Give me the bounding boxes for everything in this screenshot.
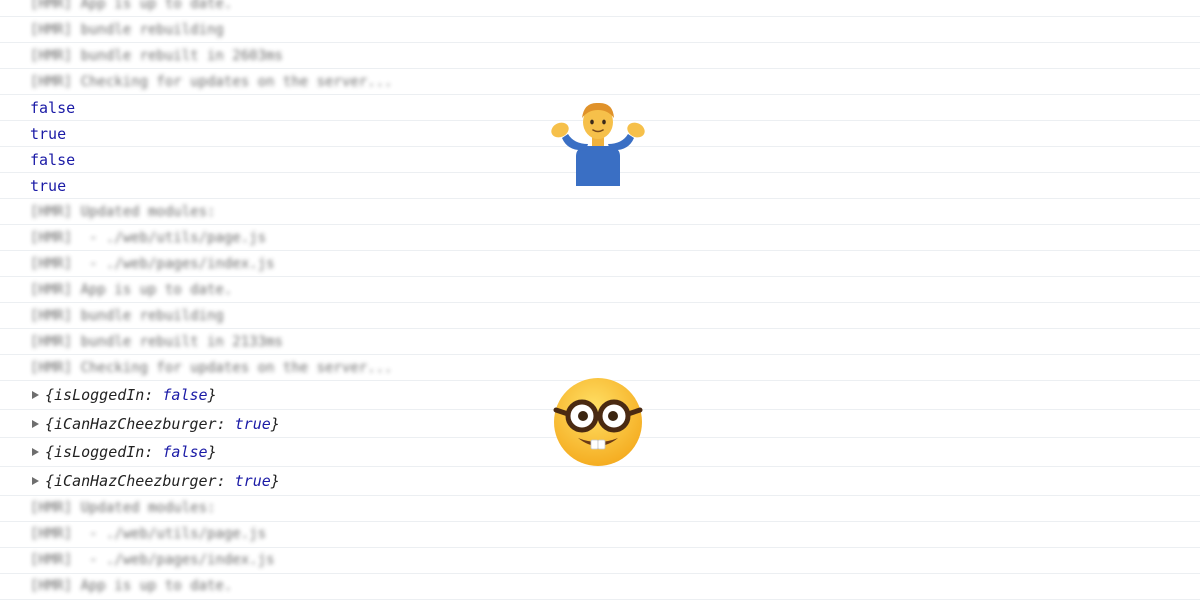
log-text: [HMR] Checking for updates on the server… bbox=[30, 359, 393, 376]
object-preview[interactable]: {isLoggedIn: false} bbox=[45, 443, 217, 461]
object-value: false bbox=[162, 443, 208, 462]
log-row: [HMR] - ./web/pages/index.js bbox=[0, 251, 1200, 277]
log-text: [HMR] - ./web/pages/index.js bbox=[30, 255, 275, 272]
log-text: [HMR] App is up to date. bbox=[30, 578, 233, 595]
expand-triangle-icon[interactable] bbox=[32, 476, 39, 485]
nerd-face-icon bbox=[553, 378, 643, 466]
person-shrugging-icon bbox=[551, 102, 645, 186]
boolean-value: false bbox=[30, 150, 76, 169]
object-preview[interactable]: {iCanHazCheezburger: true} bbox=[45, 415, 280, 433]
log-text: [HMR] Updated modules: bbox=[30, 500, 216, 517]
log-text: [HMR] bundle rebuilt in 2603ms bbox=[30, 47, 283, 64]
expand-triangle-icon[interactable] bbox=[32, 419, 39, 428]
object-preview[interactable]: {isLoggedIn: false} bbox=[45, 386, 217, 404]
log-text: [HMR] Checking for updates on the server… bbox=[30, 73, 393, 90]
log-row: [HMR] bundle rebuilt in 2133ms bbox=[0, 329, 1200, 355]
object-value: true bbox=[234, 471, 271, 490]
expand-triangle-icon[interactable] bbox=[32, 390, 39, 399]
boolean-value: true bbox=[30, 176, 67, 195]
log-row: [HMR] App is up to date. bbox=[0, 0, 1200, 17]
log-row: [HMR] Checking for updates on the server… bbox=[0, 69, 1200, 95]
log-row: [HMR] bundle rebuilt in 2603ms bbox=[0, 43, 1200, 69]
object-key: isLoggedIn bbox=[54, 443, 145, 462]
log-row: [HMR] - ./web/utils/page.js bbox=[0, 522, 1200, 548]
log-row: [HMR] bundle rebuilding bbox=[0, 17, 1200, 43]
log-text: [HMR] bundle rebuilding bbox=[30, 21, 224, 38]
boolean-value: false bbox=[30, 98, 76, 117]
object-preview[interactable]: {iCanHazCheezburger: true} bbox=[45, 472, 280, 490]
boolean-value: true bbox=[30, 124, 67, 143]
log-text: [HMR] - ./web/pages/index.js bbox=[30, 552, 275, 569]
console-log: [HMR] App is up to date. [HMR] bundle re… bbox=[0, 0, 1200, 600]
log-row: [HMR] Updated modules: bbox=[0, 496, 1200, 522]
object-value: false bbox=[162, 385, 208, 404]
log-row: [HMR] bundle rebuilding bbox=[0, 303, 1200, 329]
object-key: iCanHazCheezburger bbox=[54, 471, 217, 490]
log-text: [HMR] bundle rebuilding bbox=[30, 307, 224, 324]
log-text: [HMR] - ./web/utils/page.js bbox=[30, 526, 267, 543]
object-value: true bbox=[234, 414, 271, 433]
expand-triangle-icon[interactable] bbox=[32, 448, 39, 457]
log-row: [HMR] - ./web/pages/index.js bbox=[0, 548, 1200, 574]
log-text: [HMR] - ./web/utils/page.js bbox=[30, 229, 267, 246]
log-row: [HMR] App is up to date. bbox=[0, 574, 1200, 600]
log-row: [HMR] App is up to date. bbox=[0, 277, 1200, 303]
log-row: [HMR] - ./web/utils/page.js bbox=[0, 225, 1200, 251]
log-text: [HMR] Updated modules: bbox=[30, 203, 216, 220]
log-row: [HMR] Updated modules: bbox=[0, 199, 1200, 225]
log-text: [HMR] App is up to date. bbox=[30, 0, 233, 12]
object-key: isLoggedIn bbox=[54, 385, 145, 404]
object-key: iCanHazCheezburger bbox=[54, 414, 217, 433]
log-text: [HMR] bundle rebuilt in 2133ms bbox=[30, 333, 283, 350]
log-text: [HMR] App is up to date. bbox=[30, 281, 233, 298]
log-row-object[interactable]: {iCanHazCheezburger: true} bbox=[0, 467, 1200, 496]
